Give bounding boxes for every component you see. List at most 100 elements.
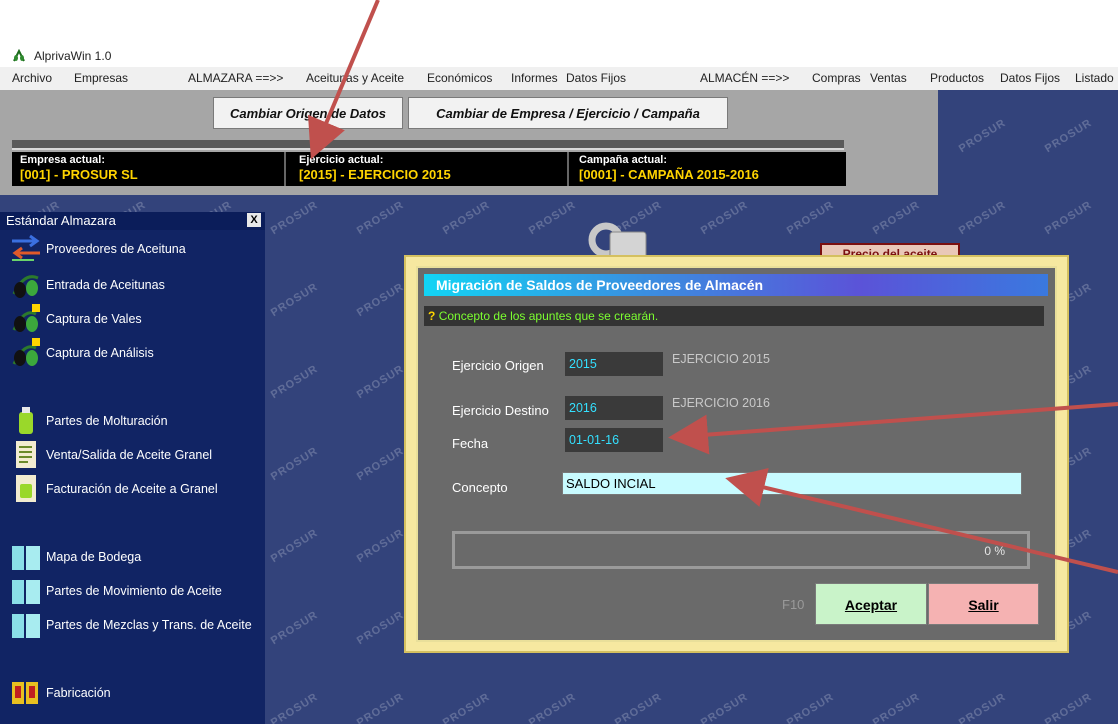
- ejercicio-origen-field[interactable]: 2015: [565, 352, 663, 376]
- watermark-text: PROSUR: [784, 198, 837, 238]
- watermark-text: PROSUR: [870, 690, 923, 724]
- context-info-bar: Empresa actual: [001] - PROSUR SL Ejerci…: [12, 152, 846, 186]
- menu-informes[interactable]: Informes: [511, 71, 558, 85]
- sidebar-item-label: Entrada de Aceitunas: [46, 278, 165, 292]
- sidebar-panel: Proveedores de Aceituna Entrada de Aceit…: [0, 230, 265, 724]
- sidebar-item-label: Partes de Movimiento de Aceite: [46, 584, 222, 598]
- watermark-text: PROSUR: [440, 690, 493, 724]
- salir-label: Salir: [968, 597, 999, 613]
- menu-economicos[interactable]: Económicos: [427, 71, 492, 85]
- watermark-text: PROSUR: [698, 690, 751, 724]
- separator-bar: [12, 140, 844, 150]
- sidebar-item-label: Captura de Análisis: [46, 346, 154, 360]
- watermark-text: PROSUR: [268, 608, 321, 648]
- change-company-button[interactable]: Cambiar de Empresa / Ejercicio / Campaña: [408, 97, 728, 129]
- ejercicio-origen-desc: EJERCICIO 2015: [672, 352, 770, 366]
- menu-datos-fijos[interactable]: Datos Fijos: [566, 71, 626, 85]
- menu-aceitunas-aceite[interactable]: Aceitunas y Aceite: [306, 71, 404, 85]
- menu-archivo[interactable]: Archivo: [12, 71, 52, 85]
- sidebar-item-label: Fabricación: [46, 686, 111, 700]
- sidebar-close-button[interactable]: X: [247, 213, 261, 227]
- watermark-text: PROSUR: [354, 362, 407, 402]
- watermark-text: PROSUR: [354, 198, 407, 238]
- ejercicio-destino-desc: EJERCICIO 2016: [672, 396, 770, 410]
- menu-almacen[interactable]: ALMACÉN ==>>: [700, 71, 789, 85]
- watermark-text: PROSUR: [440, 198, 493, 238]
- ejercicio-destino-field[interactable]: 2016: [565, 396, 663, 420]
- window-title: AlprivaWin 1.0: [34, 49, 112, 63]
- watermark-text: PROSUR: [268, 198, 321, 238]
- campana-label: Campaña actual:: [579, 154, 668, 166]
- menu-compras[interactable]: Compras: [812, 71, 861, 85]
- watermark-text: PROSUR: [268, 444, 321, 484]
- arrows-icon: [12, 234, 40, 261]
- title-bar: AlprivaWin 1.0: [0, 45, 1118, 67]
- change-data-source-button[interactable]: Cambiar Origen de Datos: [213, 97, 403, 129]
- oil-bottle-icon: [19, 407, 33, 434]
- campana-value: [0001] - CAMPAÑA 2015-2016: [579, 167, 759, 182]
- watermark-text: PROSUR: [526, 690, 579, 724]
- sidebar-item-label: Proveedores de Aceituna: [46, 242, 186, 256]
- menu-datos-fijos-2[interactable]: Datos Fijos: [1000, 71, 1060, 85]
- menu-bar: Archivo Empresas ALMAZARA ==>> Aceitunas…: [0, 67, 1118, 91]
- watermark-text: PROSUR: [612, 690, 665, 724]
- fecha-label: Fecha: [452, 436, 489, 451]
- menu-empresas[interactable]: Empresas: [74, 71, 128, 85]
- watermark-text: PROSUR: [354, 444, 407, 484]
- watermark-text: PROSUR: [354, 608, 407, 648]
- tanks-icon: [12, 614, 40, 638]
- watermark-text: PROSUR: [870, 198, 923, 238]
- watermark-text: PROSUR: [268, 690, 321, 724]
- watermark-text: PROSUR: [1042, 690, 1095, 724]
- app-olive-icon: [13, 49, 25, 62]
- watermark-text: PROSUR: [1042, 116, 1095, 156]
- watermark-text: PROSUR: [956, 116, 1009, 156]
- ejercicio-value: [2015] - EJERCICIO 2015: [299, 167, 451, 182]
- factory-icon: [12, 682, 38, 704]
- empresa-label: Empresa actual:: [20, 154, 105, 166]
- menu-ventas[interactable]: Ventas: [870, 71, 907, 85]
- f10-shortcut: F10: [782, 597, 805, 612]
- watermark-text: PROSUR: [956, 690, 1009, 724]
- menu-almazara[interactable]: ALMAZARA ==>>: [188, 71, 283, 85]
- watermark-text: PROSUR: [956, 198, 1009, 238]
- empresa-value: [001] - PROSUR SL: [20, 167, 138, 182]
- watermark-text: PROSUR: [268, 526, 321, 566]
- dialog-hint: ? Concepto de los apuntes que se crearán…: [424, 306, 1044, 326]
- menu-productos[interactable]: Productos: [930, 71, 984, 85]
- sidebar-header: Estándar Almazara X: [0, 212, 265, 230]
- help-icon: ?: [428, 309, 436, 323]
- olive-flag-icon: [12, 338, 40, 366]
- document-icon: [16, 441, 36, 468]
- concepto-label: Concepto: [452, 480, 508, 495]
- watermark-text: PROSUR: [354, 690, 407, 724]
- concepto-input[interactable]: SALDO INCIAL: [562, 472, 1022, 495]
- sidebar-item-label: Mapa de Bodega: [46, 550, 142, 564]
- sidebar-item-label: Partes de Mezclas y Trans. de Aceite: [46, 618, 252, 632]
- aceptar-button[interactable]: Aceptar: [815, 583, 927, 625]
- tanks-icon: [12, 580, 40, 604]
- hint-text: Concepto de los apuntes que se crearán.: [438, 309, 659, 323]
- watermark-text: PROSUR: [784, 690, 837, 724]
- progress-percent: 0 %: [984, 544, 1005, 558]
- sidebar-item-label: Facturación de Aceite a Granel: [46, 482, 218, 496]
- sidebar-item-label: Captura de Vales: [46, 312, 142, 326]
- sidebar-item-label: Partes de Molturación: [46, 414, 168, 428]
- watermark-text: PROSUR: [526, 198, 579, 238]
- progress-bar: 0 %: [452, 531, 1030, 569]
- ejercicio-origen-label: Ejercicio Origen: [452, 358, 544, 373]
- menu-listado[interactable]: Listado: [1075, 71, 1114, 85]
- watermark-text: PROSUR: [698, 198, 751, 238]
- olive-flag-icon: [12, 304, 40, 332]
- ejercicio-destino-label: Ejercicio Destino: [452, 403, 549, 418]
- salir-button[interactable]: Salir: [928, 583, 1039, 625]
- fecha-field[interactable]: 01-01-16: [565, 428, 663, 452]
- tanks-icon: [12, 546, 40, 570]
- dialog-title: Migración de Saldos de Proveedores de Al…: [424, 274, 1048, 296]
- sidebar-item-label: Venta/Salida de Aceite Granel: [46, 448, 213, 462]
- watermark-text: PROSUR: [268, 362, 321, 402]
- watermark-text: PROSUR: [1042, 198, 1095, 238]
- olive-icon: [12, 275, 39, 298]
- aceptar-label: Aceptar: [844, 597, 898, 613]
- sidebar-title: Estándar Almazara: [6, 213, 116, 228]
